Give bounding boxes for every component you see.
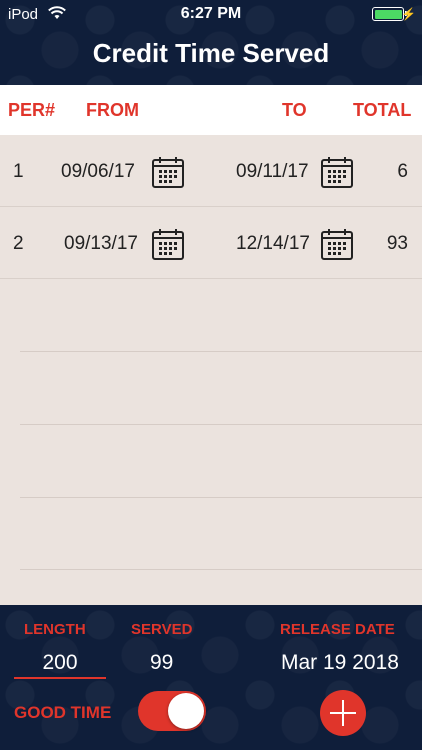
- periods-table: 1 09/06/17 09/11/17 6 2 09/13/17 12/14/1…: [0, 135, 422, 605]
- header-from: FROM: [86, 100, 139, 120]
- add-period-button[interactable]: [320, 690, 366, 736]
- row-divider: [20, 351, 422, 352]
- to-calendar-icon[interactable]: [320, 227, 354, 261]
- length-input[interactable]: [14, 649, 106, 679]
- good-time-toggle[interactable]: [138, 691, 206, 731]
- row-divider: [20, 569, 422, 570]
- row-from-date[interactable]: 09/13/17: [64, 233, 138, 255]
- row-per: 2: [13, 233, 24, 254]
- summary-panel: LENGTH SERVED 99 RELEASE DATE Mar 19 201…: [0, 605, 422, 750]
- status-time: 6:27 PM: [180, 5, 242, 22]
- battery-icon: [372, 7, 407, 21]
- served-label: SERVED: [131, 621, 193, 638]
- status-bar: iPod 6:27 PM ⚡: [0, 0, 422, 28]
- header-total: TOTAL: [353, 100, 412, 120]
- top-bar: iPod 6:27 PM ⚡ Credit Time Served: [0, 0, 422, 85]
- row-divider: [20, 497, 422, 498]
- row-divider: [20, 424, 422, 425]
- row-total: 93: [386, 233, 408, 254]
- release-date-value: Mar 19 2018: [281, 651, 399, 674]
- header-to: TO: [282, 100, 307, 120]
- header-per: PER#: [8, 100, 56, 120]
- table-row[interactable]: 1 09/06/17 09/11/17 6: [0, 135, 422, 207]
- row-total: 6: [397, 161, 408, 182]
- toggle-knob: [168, 693, 204, 729]
- good-time-label: GOOD TIME: [14, 703, 112, 722]
- row-from-date[interactable]: 09/06/17: [61, 161, 135, 183]
- to-calendar-icon[interactable]: [320, 155, 354, 189]
- row-per: 1: [13, 161, 24, 182]
- from-calendar-icon[interactable]: [151, 227, 185, 261]
- from-calendar-icon[interactable]: [151, 155, 185, 189]
- length-label: LENGTH: [24, 621, 86, 638]
- table-row[interactable]: 2 09/13/17 12/14/17 93: [0, 207, 422, 279]
- table-header: PER# FROM TO TOTAL: [0, 85, 422, 135]
- row-to-date[interactable]: 09/11/17: [236, 161, 309, 183]
- release-date-label: RELEASE DATE: [280, 621, 395, 638]
- charging-icon: ⚡: [401, 7, 416, 21]
- row-to-date[interactable]: 12/14/17: [236, 233, 310, 255]
- served-value: 99: [150, 651, 174, 674]
- page-title: Credit Time Served: [92, 38, 330, 68]
